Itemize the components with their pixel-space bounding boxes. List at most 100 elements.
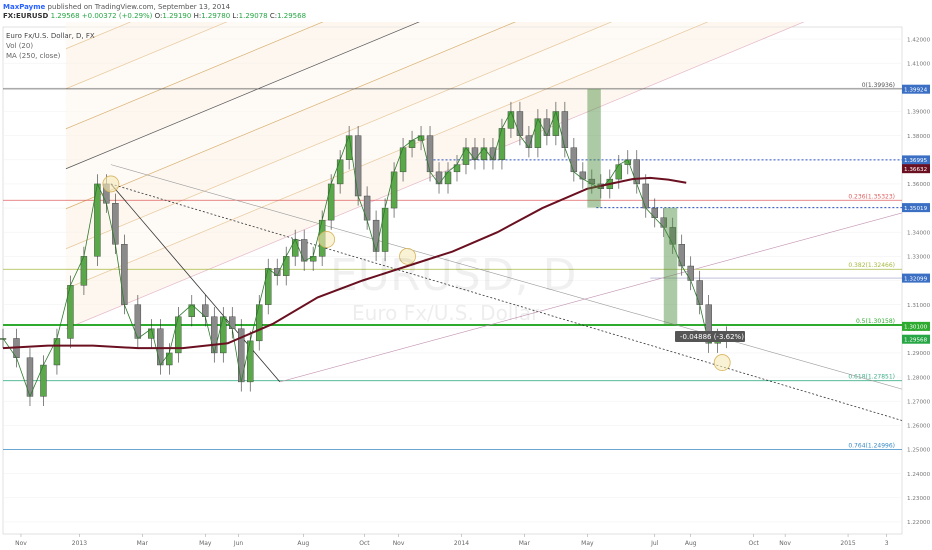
price-bar (444, 171, 452, 185)
price-bar (687, 265, 694, 281)
price-bar (112, 203, 119, 245)
price-bar (480, 147, 488, 160)
price-bar (543, 118, 551, 136)
price-change: +0.00372 (+0.29%) (81, 12, 153, 20)
x-tick-label: 2013 (72, 540, 87, 547)
price-bar (166, 352, 173, 366)
publish-info: MaxPayme published on TradingView.com, S… (3, 3, 230, 11)
price-tag-label: 1.30100 (904, 325, 928, 331)
y-tick-label: 1.41000 (907, 61, 931, 67)
x-tick-label: Oct (359, 540, 370, 547)
fib-level-label: 0.764(1.24996) (848, 443, 895, 450)
price-bar (265, 268, 272, 305)
legend-title: Euro Fx/U.S. Dollar, D, FX (6, 32, 95, 40)
measure-box (587, 88, 601, 208)
price-bar (435, 171, 443, 185)
x-tick-label: Aug (685, 540, 697, 547)
y-tick-label: 1.31000 (907, 303, 931, 309)
y-tick-label: 1.39000 (907, 110, 931, 116)
price-tag-label: 1.35019 (904, 206, 928, 212)
open-value: 1.29190 (162, 12, 192, 20)
x-tick-label: 2015 (840, 540, 855, 547)
y-tick-label: 1.22000 (907, 520, 931, 526)
price-bar (336, 159, 344, 185)
price-bar (552, 111, 560, 136)
x-tick-label: Nov (15, 540, 27, 547)
y-tick-label: 1.23000 (907, 496, 931, 502)
price-bar (282, 256, 290, 276)
price-bar (579, 171, 587, 180)
legend-ma: MA (250, close) (6, 52, 61, 60)
price-bar (372, 219, 380, 252)
y-tick-label: 1.33000 (907, 255, 931, 261)
price-bar (121, 244, 128, 305)
price-tag-label: 1.39924 (904, 87, 928, 93)
highlight-circle (318, 231, 336, 248)
price-tag-label: 1.29568 (904, 338, 928, 344)
measure-box (663, 207, 678, 325)
price-bar (363, 195, 371, 221)
price-bar (678, 244, 685, 267)
highlight-circle (102, 175, 120, 193)
ohlc-bar: FX:EURUSD 1.29568 +0.00372 (+0.29%) O:1.… (3, 12, 306, 20)
x-tick-label: 3 (885, 540, 889, 547)
close-value: 1.29568 (277, 12, 307, 20)
y-tick-label: 1.25000 (907, 448, 931, 454)
price-bar (615, 164, 623, 180)
price-bar (651, 207, 658, 218)
price-bar (354, 135, 362, 197)
price-bar (453, 164, 461, 173)
x-tick-label: Mar (137, 540, 149, 547)
price-bar (561, 111, 569, 148)
publish-text: published on TradingView.com, September … (47, 3, 231, 11)
price-tag-label: 1.32099 (904, 276, 928, 282)
y-tick-label: 1.42000 (907, 37, 931, 43)
y-tick-label: 1.27000 (907, 399, 931, 405)
x-tick-label: Nov (393, 540, 405, 547)
fib-level-label: 0.5(1.30158) (856, 318, 895, 325)
fib-level-label: 0.382(1.32466) (848, 262, 895, 269)
x-tick-label: Mar (519, 540, 531, 547)
price-bar (633, 159, 640, 185)
price-bar (471, 147, 479, 160)
close-label: C: (269, 12, 278, 20)
price-bar (220, 316, 227, 354)
x-tick-label: Jun (233, 540, 244, 547)
symbol-label: FX:EURUSD (3, 12, 49, 20)
last-price: 1.29568 (50, 12, 80, 20)
measure-label: -0.04886 (-3.62%) (680, 333, 744, 341)
price-bar (229, 316, 236, 329)
watermark-name: Euro Fx/U.S. Dollar (352, 301, 540, 325)
price-bar (507, 111, 515, 129)
legend-vol: Vol (20) (6, 42, 33, 50)
highlight-circle (713, 354, 731, 371)
price-bar (256, 304, 263, 342)
price-tag-label: 1.36632 (904, 167, 927, 173)
y-tick-label: 1.36000 (907, 182, 931, 188)
price-bar (390, 171, 398, 209)
y-tick-label: 1.28000 (907, 375, 931, 381)
x-tick-label: 2014 (454, 540, 469, 547)
price-bar (327, 183, 335, 221)
price-bar (300, 239, 308, 262)
y-tick-label: 1.26000 (907, 424, 931, 430)
low-value: 1.29078 (238, 12, 268, 20)
x-tick-label: Aug (297, 540, 309, 547)
price-chart[interactable]: 0(1.39936) 0.236(1.35323) 0.382(1.32466) 0.… (0, 22, 932, 550)
x-tick-label: Oct (748, 540, 759, 547)
x-tick-label: May (581, 540, 594, 547)
fib-level-label: 0.618(1.27851) (848, 374, 895, 381)
x-tick-label: May (199, 540, 212, 547)
price-bar (399, 147, 407, 173)
price-bar (696, 280, 703, 305)
y-tick-label: 1.24000 (907, 472, 931, 478)
price-bar (498, 128, 506, 160)
price-bar (426, 135, 434, 173)
y-tick-label: 1.34000 (907, 230, 931, 236)
price-bar (381, 207, 389, 252)
price-bar (211, 316, 218, 354)
author-link[interactable]: MaxPayme (3, 3, 45, 11)
high-value: 1.29780 (201, 12, 231, 20)
fib-level-label: 0(1.39936) (862, 82, 895, 89)
y-tick-label: 1.29000 (907, 351, 931, 357)
